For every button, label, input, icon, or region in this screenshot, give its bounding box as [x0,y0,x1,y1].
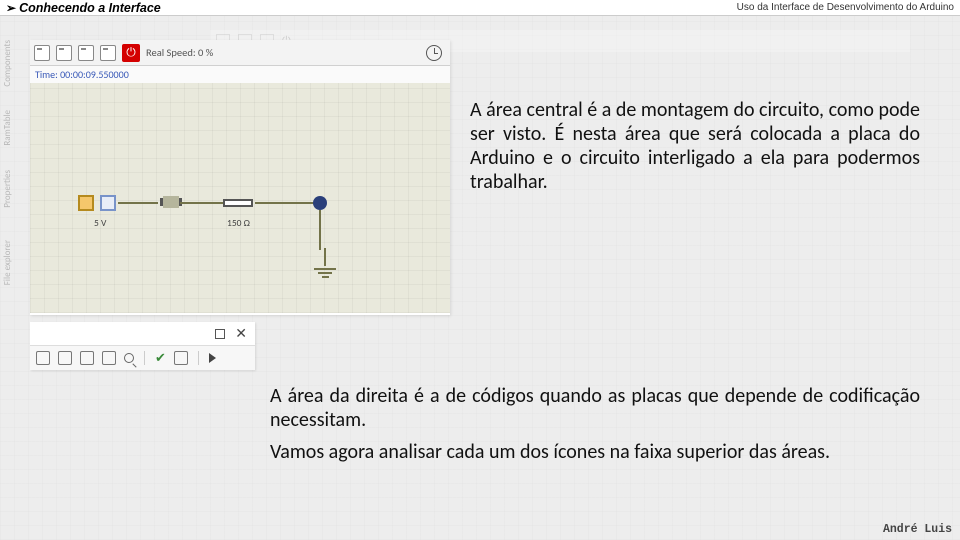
close-icon[interactable]: ✕ [235,325,247,342]
new-file-icon[interactable] [34,45,50,61]
circuit-toolbar: ⏻ Real Speed: 0 % [30,40,450,66]
clock-icon[interactable] [426,45,442,61]
code-toolbar-window-controls: ✕ [30,322,255,346]
label-150: 150 Ω [227,217,250,229]
paragraph-3: Vamos agora analisar cada um dos ícones … [270,440,920,464]
code-toolbar-actions: ✔ [30,346,255,370]
maximize-icon[interactable] [215,329,225,339]
wire [255,202,278,204]
slide-title-text: Conhecendo a Interface [19,1,161,15]
save-icon[interactable] [78,45,94,61]
paragraph-2: A área da direita é a de códigos quando … [270,384,920,432]
label-5v: 5 V [94,217,106,229]
open-folder-icon[interactable] [58,351,72,365]
wire [278,202,316,204]
upload-icon[interactable] [174,351,188,365]
search-icon[interactable] [124,353,134,363]
save-icon[interactable] [80,351,94,365]
circuit-canvas[interactable]: 5 V 150 Ω [30,83,450,313]
node-dot[interactable] [313,196,327,210]
right-arrow-icon: ➢ [6,2,16,14]
divider [144,351,145,365]
sidebar-tab-properties: Properties [2,170,13,208]
wire [118,202,158,204]
new-file-icon[interactable] [36,351,50,365]
slide-title-left: ➢ Conhecendo a Interface [6,1,161,15]
compile-check-icon[interactable]: ✔ [155,351,166,366]
component-led[interactable] [163,196,179,208]
run-play-icon[interactable] [209,353,216,363]
sidebar-tab-components: Components [2,40,13,87]
sidebar-tab-fileexplorer: File explorer [2,240,13,285]
power-stop-icon[interactable]: ⏻ [122,44,140,62]
wire [180,202,200,204]
component-resistor[interactable] [223,199,253,207]
time-label: Time: 00:00:09.550000 [30,66,450,83]
speed-label: Real Speed: 0 % [146,46,213,59]
code-toolbar-panel: ✕ ✔ [30,322,255,370]
voltage-source-a[interactable] [78,195,94,211]
paragraph-1: A área central é a de montagem do circui… [470,98,920,194]
circuit-panel: ⏻ Real Speed: 0 % Time: 00:00:09.550000 … [30,40,450,315]
voltage-source-b[interactable] [100,195,116,211]
slide-title-right: Uso da Interface de Desenvolvimento do A… [737,2,954,13]
sidebar-tab-ramtable: RamTable [2,110,13,146]
save-as-icon[interactable] [102,351,116,365]
wire [319,210,321,250]
save-as-icon[interactable] [100,45,116,61]
open-folder-icon[interactable] [56,45,72,61]
wire [200,202,223,204]
slide-header: ➢ Conhecendo a Interface Uso da Interfac… [0,0,960,16]
ground-symbol[interactable] [314,248,336,278]
author-footer: André Luis [883,523,952,536]
divider [198,351,199,365]
